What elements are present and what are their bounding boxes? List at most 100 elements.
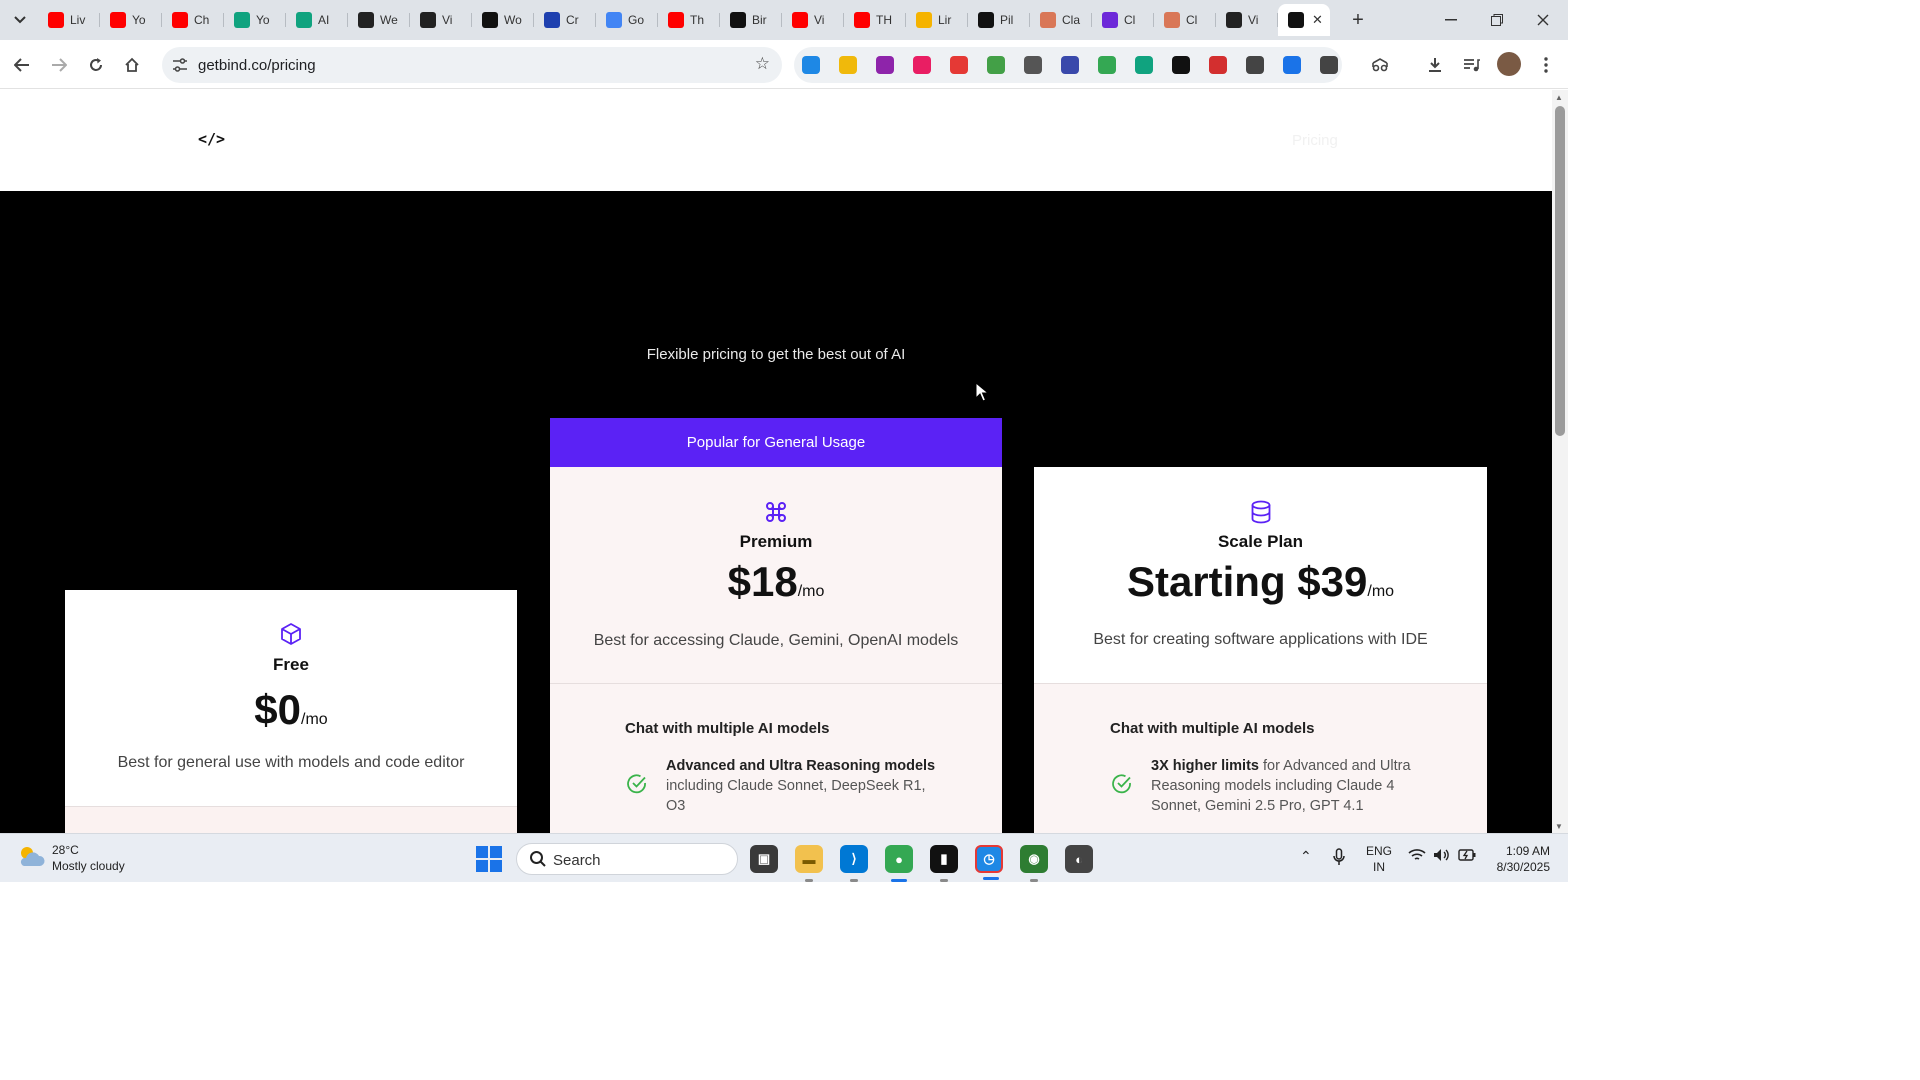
media-button[interactable] [1459, 52, 1485, 78]
tab-title: Th [690, 13, 705, 27]
browser-tab[interactable]: Cla [1030, 4, 1092, 36]
minimize-button[interactable] [1436, 8, 1466, 32]
browser-tab[interactable]: Lir [906, 4, 968, 36]
reload-icon [90, 58, 102, 71]
bookmark-icon[interactable] [1246, 56, 1264, 74]
browser-tab[interactable]: Go [596, 4, 658, 36]
scroll-up-icon[interactable]: ▲ [1555, 93, 1563, 102]
system-clock[interactable]: 1:09 AM 8/30/2025 [1488, 843, 1550, 875]
browser-tab[interactable]: Yo [100, 4, 162, 36]
dots-icon[interactable] [1024, 56, 1042, 74]
browser-app-icon[interactable]: ◉ [1020, 845, 1048, 882]
chat-app-icon[interactable]: ◐ [1065, 845, 1093, 873]
arrow-left-icon [14, 58, 29, 72]
page-scrollbar[interactable]: ▲ ▼ [1552, 90, 1568, 833]
volume-icon[interactable] [1433, 848, 1451, 865]
scroll-thumb[interactable] [1555, 106, 1565, 436]
a-icon [978, 12, 994, 28]
card-divider [550, 683, 1002, 684]
ring-icon[interactable] [913, 56, 931, 74]
openai-icon[interactable] [1135, 56, 1153, 74]
download-icon [1429, 58, 1441, 72]
taskbar-search[interactable]: Search [516, 843, 738, 875]
browser-tab[interactable]: Bir [720, 4, 782, 36]
dot-icon[interactable] [1283, 56, 1301, 74]
file-explorer-icon[interactable]: ▬ [795, 845, 823, 882]
code-icon [730, 12, 746, 28]
chevron-up-icon[interactable]: ⌃ [1300, 848, 1312, 865]
downloads-button[interactable] [1422, 52, 1448, 78]
browser-tab[interactable]: Liv [38, 4, 100, 36]
tab-title: Wo [504, 13, 522, 27]
globe-icon[interactable] [987, 56, 1005, 74]
back-button[interactable] [9, 52, 35, 78]
browser-tab[interactable]: Cr [534, 4, 596, 36]
ht-icon[interactable] [1172, 56, 1190, 74]
shield-icon[interactable] [950, 56, 968, 74]
browser-tab[interactable]: Th [658, 4, 720, 36]
openai-icon [234, 12, 250, 28]
tab-title: TH [876, 13, 892, 27]
menu-button[interactable] [1533, 52, 1559, 78]
chat-bubble-icon[interactable] [876, 56, 894, 74]
browser-tab[interactable]: Yo [224, 4, 286, 36]
browser-tab[interactable]: Pil [968, 4, 1030, 36]
bookmark-star-icon[interactable]: ☆ [755, 54, 770, 74]
profile-avatar[interactable] [1497, 52, 1521, 76]
translate-icon[interactable] [1098, 56, 1116, 74]
browser-tab[interactable]: We [348, 4, 410, 36]
home-button[interactable] [119, 52, 145, 78]
snipping-tool-icon[interactable]: ◷ [975, 845, 1003, 880]
start-button[interactable] [476, 846, 502, 872]
extensions-bar [794, 47, 1342, 83]
card-features-area [65, 807, 517, 833]
pdf-icon[interactable] [1209, 56, 1227, 74]
microphone-icon[interactable] [1333, 848, 1345, 869]
tab-list: Liv Yo Ch Yo AI We Vi Wo Cr Go Th Bir Vi TH Lir Pil Cla C… [38, 4, 1330, 36]
browser-tab[interactable]: Vi [410, 4, 472, 36]
charts-app-icon[interactable]: ▮ [930, 845, 958, 882]
browser-tab[interactable]: Cl [1092, 4, 1154, 36]
region-code: IN [1373, 860, 1385, 874]
binance-icon[interactable] [839, 56, 857, 74]
weather-description[interactable]: Mostly cloudy [52, 859, 125, 873]
browser-tab[interactable]: AI [286, 4, 348, 36]
tab-search-icon[interactable] [1367, 52, 1393, 78]
cloud-sun-icon[interactable] [16, 844, 46, 870]
wifi-icon[interactable] [1408, 848, 1426, 865]
close-icon [1537, 14, 1549, 26]
vscode-icon[interactable]: ⟩ [840, 845, 868, 882]
new-tab-button[interactable]: + [1346, 8, 1370, 32]
clock-date: 8/30/2025 [1496, 860, 1550, 874]
language-indicator[interactable]: ENG IN [1366, 843, 1392, 875]
browser-tab[interactable]: Wo [472, 4, 534, 36]
close-window-button[interactable] [1528, 8, 1558, 32]
plan-description: Best for general use with models and cod… [117, 754, 465, 771]
browser-tab[interactable]: ✕ [1278, 4, 1330, 36]
tab-search-button[interactable] [6, 8, 34, 32]
plan-card-premium: Popular for General Usage Premium $18/mo… [550, 418, 1002, 833]
chrome-icon[interactable]: ● [885, 845, 913, 882]
site-logo[interactable]: </> [198, 130, 225, 148]
url-text[interactable]: getbind.co/pricing [198, 57, 316, 74]
site-info-icon[interactable] [168, 53, 192, 77]
nav-link-pricing[interactable]: Pricing [1292, 132, 1338, 149]
tab-close-icon[interactable]: ✕ [1312, 12, 1323, 28]
restore-button[interactable] [1482, 8, 1512, 32]
browser-tab[interactable]: Vi [782, 4, 844, 36]
address-bar[interactable]: getbind.co/pricing ☆ [162, 47, 782, 83]
browser-tab[interactable]: Vi [1216, 4, 1278, 36]
weather-temperature[interactable]: 28°C [52, 843, 79, 857]
language-code: ENG [1366, 844, 1393, 858]
snowflake-icon[interactable] [802, 56, 820, 74]
scroll-down-icon[interactable]: ▼ [1555, 822, 1563, 831]
image-icon[interactable] [1061, 56, 1079, 74]
forward-button[interactable] [46, 52, 72, 78]
puzzle-icon[interactable] [1320, 56, 1338, 74]
browser-tab[interactable]: Cl [1154, 4, 1216, 36]
battery-icon[interactable] [1458, 848, 1476, 864]
browser-tab[interactable]: TH [844, 4, 906, 36]
reload-button[interactable] [83, 52, 109, 78]
browser-tab[interactable]: Ch [162, 4, 224, 36]
task-view-icon[interactable]: ▣ [750, 845, 778, 873]
